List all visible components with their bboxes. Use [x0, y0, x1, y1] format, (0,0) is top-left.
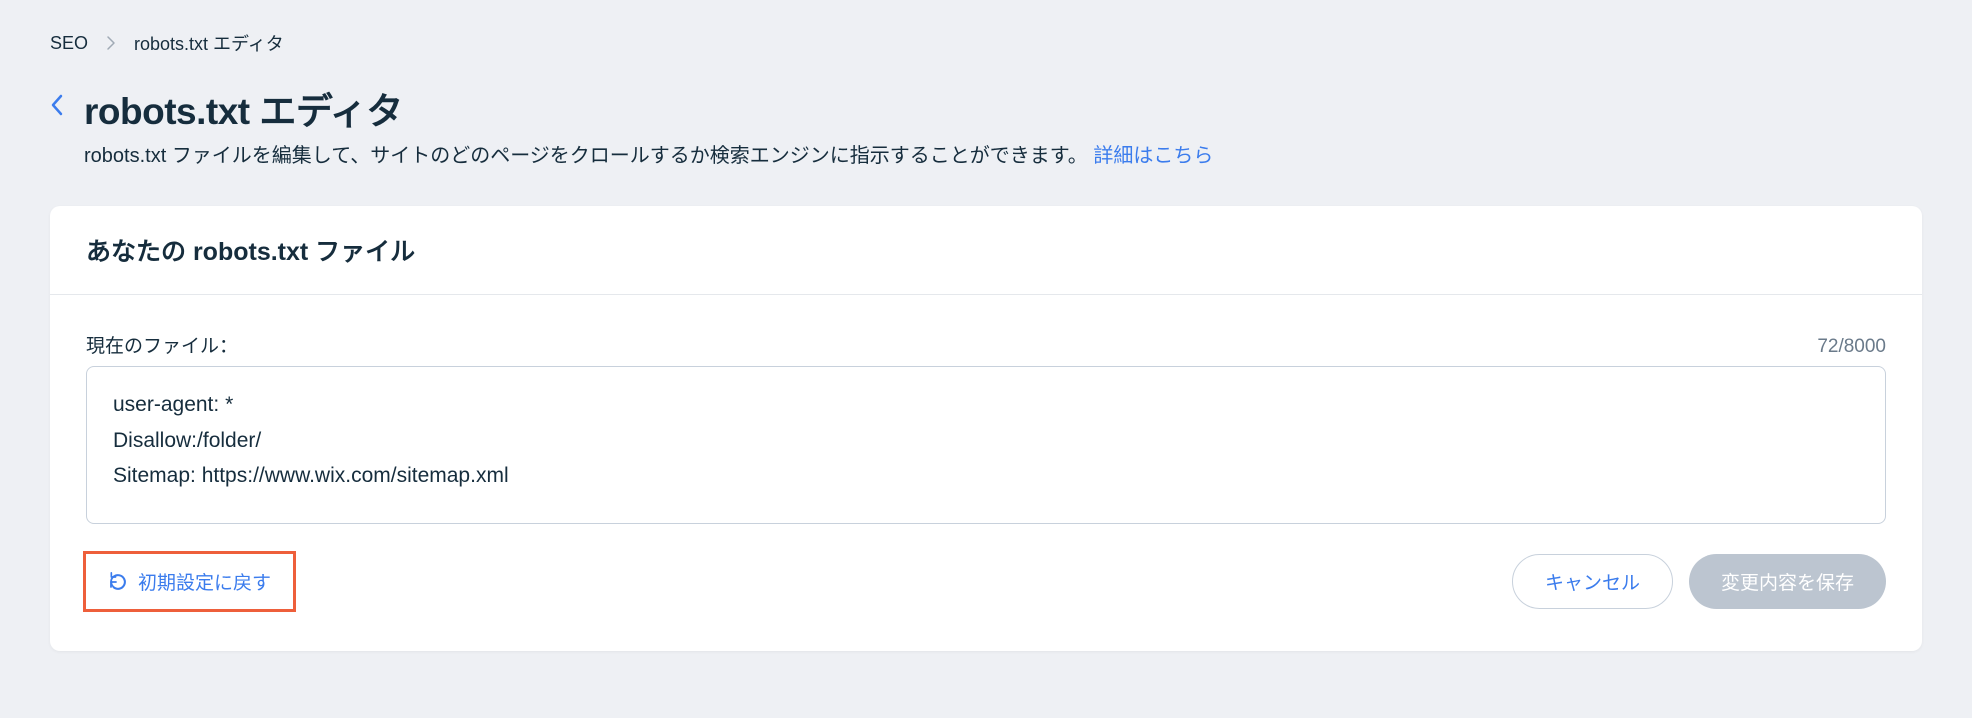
back-arrow-icon[interactable] [50, 81, 64, 117]
reset-button[interactable]: 初期設定に戻す [86, 554, 293, 609]
robots-textarea-wrapper[interactable]: user-agent: * Disallow:/folder/ Sitemap:… [86, 366, 1886, 524]
robots-textarea[interactable]: user-agent: * Disallow:/folder/ Sitemap:… [113, 387, 1859, 494]
reset-icon [108, 572, 128, 592]
char-count: 72/8000 [1817, 336, 1886, 358]
breadcrumb-item-editor[interactable]: robots.txt エディタ [134, 30, 284, 56]
breadcrumb-item-seo[interactable]: SEO [50, 33, 88, 54]
reset-button-label: 初期設定に戻す [138, 568, 271, 595]
save-button[interactable]: 変更内容を保存 [1689, 554, 1886, 609]
page-header: robots.txt エディタ robots.txt ファイルを編集して、サイト… [50, 81, 1922, 171]
chevron-right-icon [106, 35, 116, 51]
card-header: あなたの robots.txt ファイル [50, 206, 1922, 295]
learn-more-link[interactable]: 詳細はこちら [1093, 145, 1213, 167]
page-title: robots.txt エディタ [84, 81, 1922, 135]
robots-file-card: あなたの robots.txt ファイル 現在のファイル： 72/8000 us… [50, 206, 1922, 651]
card-title: あなたの robots.txt ファイル [86, 232, 1886, 268]
breadcrumb: SEO robots.txt エディタ [50, 30, 1922, 56]
cancel-button[interactable]: キャンセル [1512, 554, 1673, 609]
page-description-text: robots.txt ファイルを編集して、サイトのどのページをクロールするか検索… [84, 145, 1088, 167]
right-buttons: キャンセル 変更内容を保存 [1512, 554, 1886, 609]
actions-row: 初期設定に戻す キャンセル 変更内容を保存 [86, 554, 1886, 609]
page-description: robots.txt ファイルを編集して、サイトのどのページをクロールするか検索… [84, 141, 1922, 171]
card-body: 現在のファイル： 72/8000 user-agent: * Disallow:… [50, 295, 1922, 651]
field-label: 現在のファイル： [86, 331, 238, 358]
